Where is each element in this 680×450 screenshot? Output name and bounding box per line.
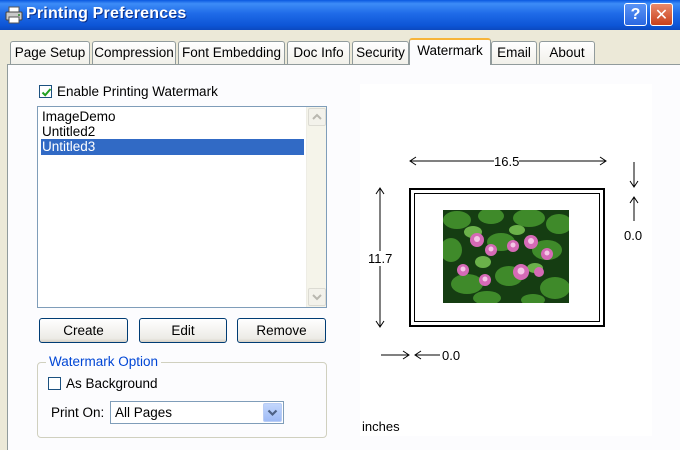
units-label: inches (362, 419, 400, 434)
tab-watermark[interactable]: Watermark (409, 38, 491, 65)
width-value: 16.5 (494, 154, 520, 169)
height-value: 11.7 (368, 251, 393, 266)
left-offset-value: 0.0 (442, 348, 461, 363)
water-lily-image (443, 210, 569, 303)
top-offset-value: 0.0 (624, 228, 643, 243)
